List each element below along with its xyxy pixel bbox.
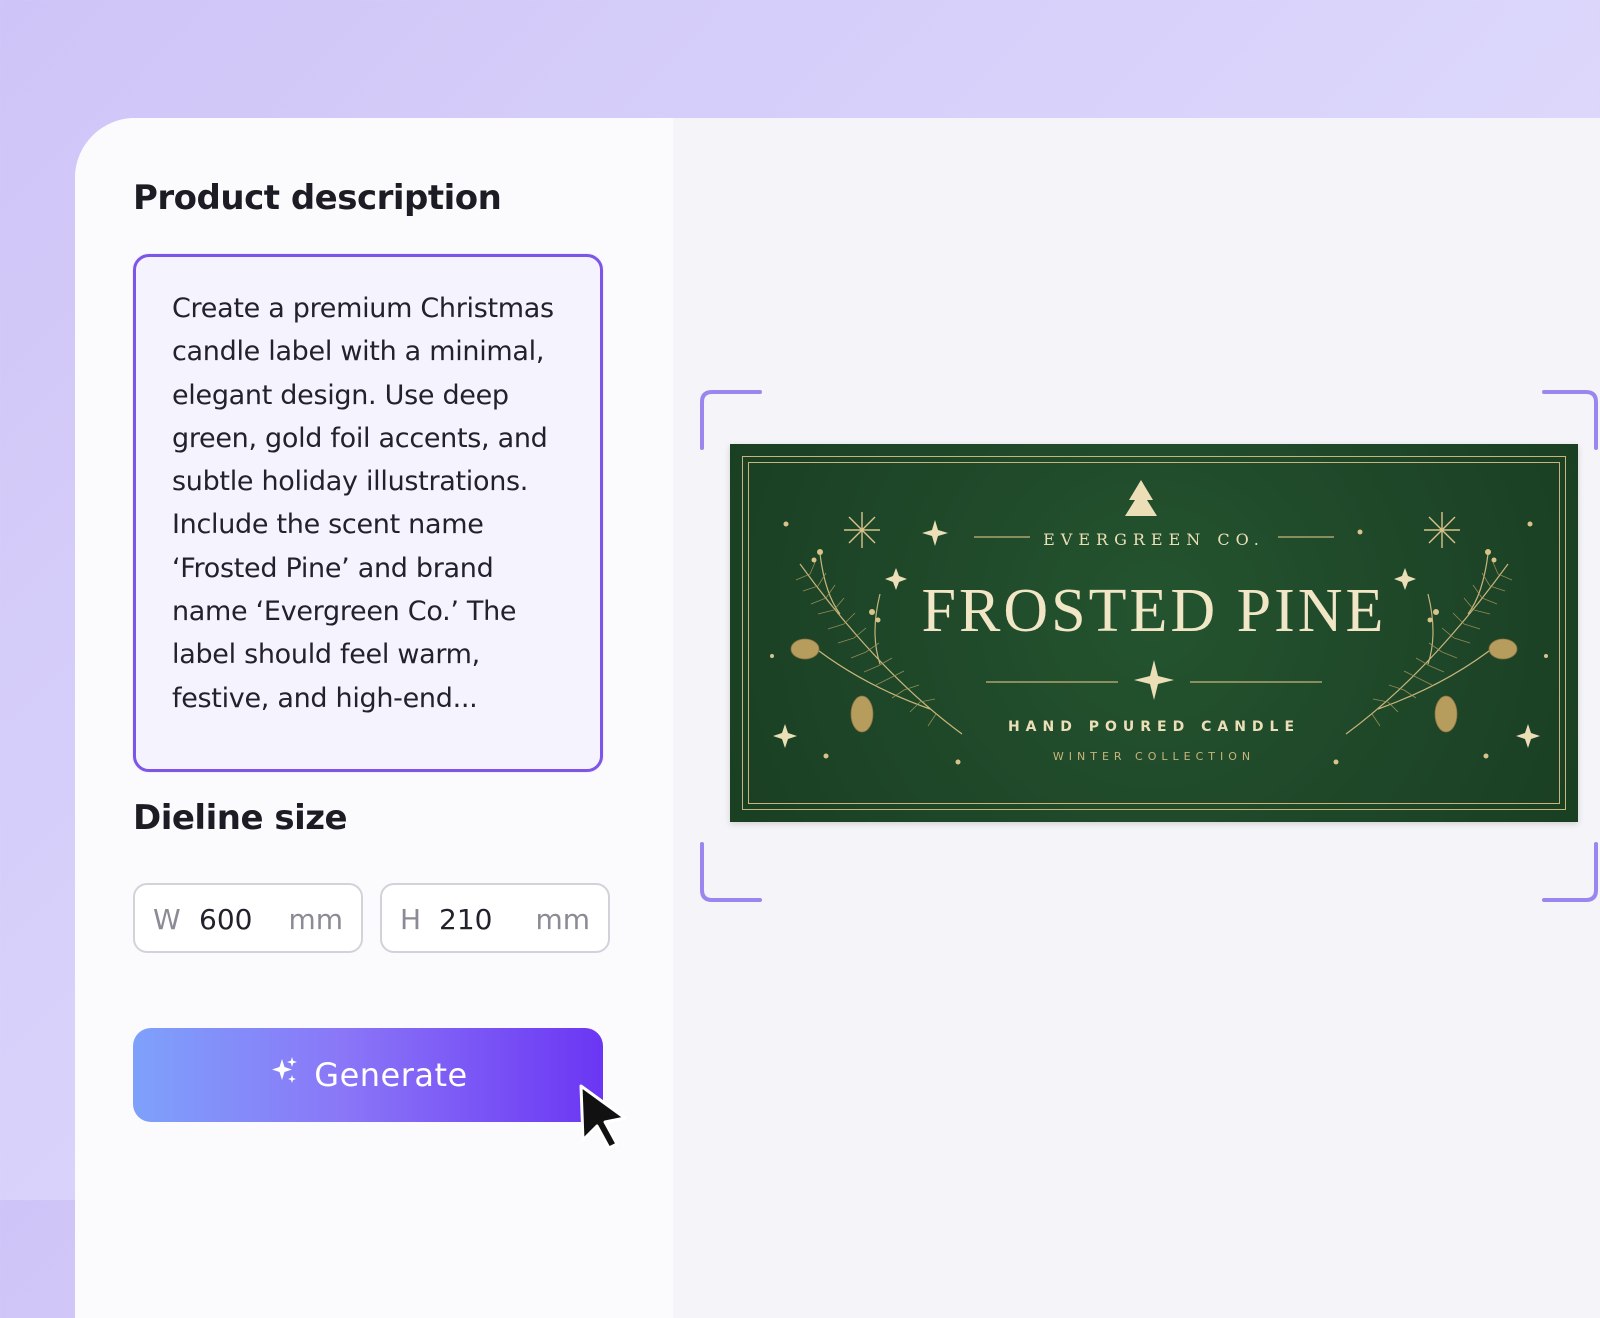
sparkle-icon <box>268 1055 300 1095</box>
selection-corner-bottom-right <box>1542 842 1598 902</box>
dieline-width-field[interactable]: W 600 mm <box>133 883 363 953</box>
label-collection-text: WINTER COLLECTION <box>1052 750 1256 763</box>
label-subtitle-text: HAND POURED CANDLE <box>1007 719 1301 735</box>
dieline-size-heading: Dieline size <box>133 798 348 838</box>
label-title-text: FROSTED PINE <box>921 577 1387 645</box>
width-value: 600 <box>199 903 253 936</box>
product-description-textarea[interactable]: Create a premium Christmas candle label … <box>133 254 603 772</box>
generate-button[interactable]: Generate <box>133 1028 603 1122</box>
generate-label: Generate <box>314 1056 468 1094</box>
width-unit: mm <box>288 903 343 936</box>
height-unit: mm <box>535 903 590 936</box>
label-brand-text: EVERGREEN CO. <box>1043 530 1265 549</box>
height-value: 210 <box>439 903 493 936</box>
candle-label-preview[interactable]: EVERGREEN CO. FROSTED PINE HAND POURED C… <box>730 444 1578 822</box>
product-description-text: Create a premium Christmas candle label … <box>172 293 554 714</box>
dieline-height-field[interactable]: H 210 mm <box>380 883 610 953</box>
product-description-heading: Product description <box>133 178 502 218</box>
height-axis-label: H <box>400 903 422 936</box>
mouse-cursor-icon <box>579 1084 627 1150</box>
selection-corner-bottom-left <box>700 842 762 902</box>
width-axis-label: W <box>153 903 181 936</box>
